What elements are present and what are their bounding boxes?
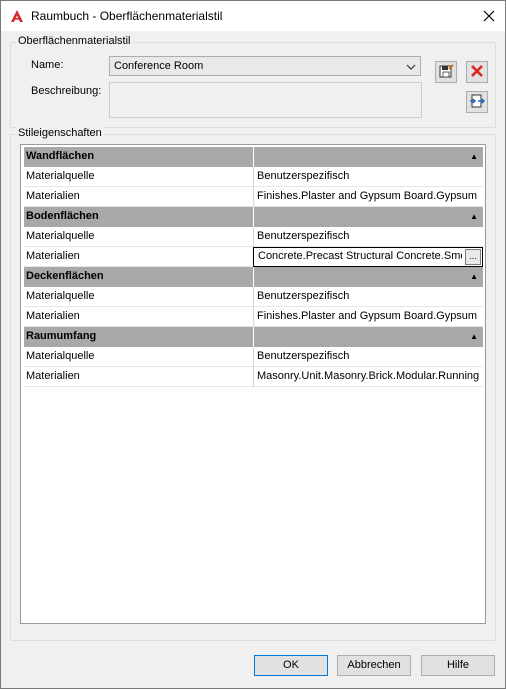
name-dropdown-value: Conference Room (114, 60, 204, 72)
section-header-raumumfang[interactable]: Raumumfang ▲ (24, 327, 483, 347)
surface-style-group-label: Oberflächenmaterialstil (16, 35, 133, 47)
autocad-icon (9, 8, 25, 24)
section-header-blank: ▲ (253, 207, 483, 227)
property-value: Concrete.Precast Structural Concrete.Smo… (258, 250, 462, 262)
section-title: Wandflächen (24, 147, 253, 167)
property-label: Materialien (26, 250, 80, 262)
table-row[interactable]: Materialien Finishes.Plaster and Gypsum … (24, 307, 483, 327)
delete-icon (470, 64, 484, 81)
property-value[interactable]: Benutzerspezifisch (253, 287, 483, 307)
section-title: Deckenflächen (24, 267, 253, 287)
property-label: Materialien (26, 190, 80, 202)
dialog-window: Raumbuch - Oberflächenmaterialstil Oberf… (0, 0, 506, 689)
help-button[interactable]: Hilfe (421, 655, 495, 676)
description-field[interactable] (109, 82, 422, 118)
save-edit-icon (438, 63, 454, 82)
section-header-blank: ▲ (253, 267, 483, 287)
table-row[interactable]: Materialquelle Benutzerspezifisch (24, 347, 483, 367)
style-properties-group-label: Stileigenschaften (16, 127, 104, 139)
import-export-button[interactable] (466, 91, 488, 113)
property-label: Materialien (26, 370, 80, 382)
section-header-bodenflaechen[interactable]: Bodenflächen ▲ (24, 207, 483, 227)
property-label: Materialquelle (26, 350, 95, 362)
material-edit-field[interactable]: Concrete.Precast Structural Concrete.Smo… (253, 247, 483, 267)
property-value[interactable]: Finishes.Plaster and Gypsum Board.Gypsum (253, 307, 483, 327)
name-label: Name: (31, 59, 64, 71)
table-row[interactable]: Materialquelle Benutzerspezifisch (24, 167, 483, 187)
import-export-icon (469, 93, 485, 112)
description-label: Beschreibung: (31, 85, 102, 97)
section-header-deckenflaechen[interactable]: Deckenflächen ▲ (24, 267, 483, 287)
close-icon[interactable] (477, 4, 501, 28)
table-row[interactable]: Materialien Concrete.Precast Structural … (24, 247, 483, 267)
section-title: Raumumfang (24, 327, 253, 347)
property-label: Materialquelle (26, 170, 95, 182)
properties-grid: Wandflächen ▲ Materialquelle Benutzerspe… (20, 144, 486, 624)
property-label: Materialquelle (26, 230, 95, 242)
property-value[interactable]: Finishes.Plaster and Gypsum Board.Gypsum (253, 187, 483, 207)
collapse-icon[interactable]: ▲ (470, 207, 478, 226)
section-header-blank: ▲ (253, 147, 483, 167)
property-label: Materialquelle (26, 290, 95, 302)
property-value[interactable]: Benutzerspezifisch (253, 347, 483, 367)
property-value[interactable]: Benutzerspezifisch (253, 227, 483, 247)
ok-button[interactable]: OK (254, 655, 328, 676)
window-title: Raumbuch - Oberflächenmaterialstil (31, 9, 223, 23)
section-header-blank: ▲ (253, 327, 483, 347)
title-bar: Raumbuch - Oberflächenmaterialstil (1, 1, 505, 31)
table-row[interactable]: Materialquelle Benutzerspezifisch (24, 287, 483, 307)
section-title: Bodenflächen (24, 207, 253, 227)
table-row[interactable]: Materialquelle Benutzerspezifisch (24, 227, 483, 247)
collapse-icon[interactable]: ▲ (470, 147, 478, 166)
browse-button[interactable]: ... (465, 249, 481, 265)
table-row[interactable]: Materialien Finishes.Plaster and Gypsum … (24, 187, 483, 207)
table-row[interactable]: Materialien Masonry.Unit.Masonry.Brick.M… (24, 367, 483, 387)
cancel-button[interactable]: Abbrechen (337, 655, 411, 676)
name-dropdown[interactable]: Conference Room (109, 56, 421, 76)
section-header-wandflaechen[interactable]: Wandflächen ▲ (24, 147, 483, 167)
delete-button[interactable] (466, 61, 488, 83)
save-edit-button[interactable] (435, 61, 457, 83)
collapse-icon[interactable]: ▲ (470, 327, 478, 346)
property-value[interactable]: Benutzerspezifisch (253, 167, 483, 187)
property-value[interactable]: Masonry.Unit.Masonry.Brick.Modular.Runni… (253, 367, 483, 387)
property-label: Materialien (26, 310, 80, 322)
chevron-down-icon (406, 59, 416, 75)
collapse-icon[interactable]: ▲ (470, 267, 478, 286)
